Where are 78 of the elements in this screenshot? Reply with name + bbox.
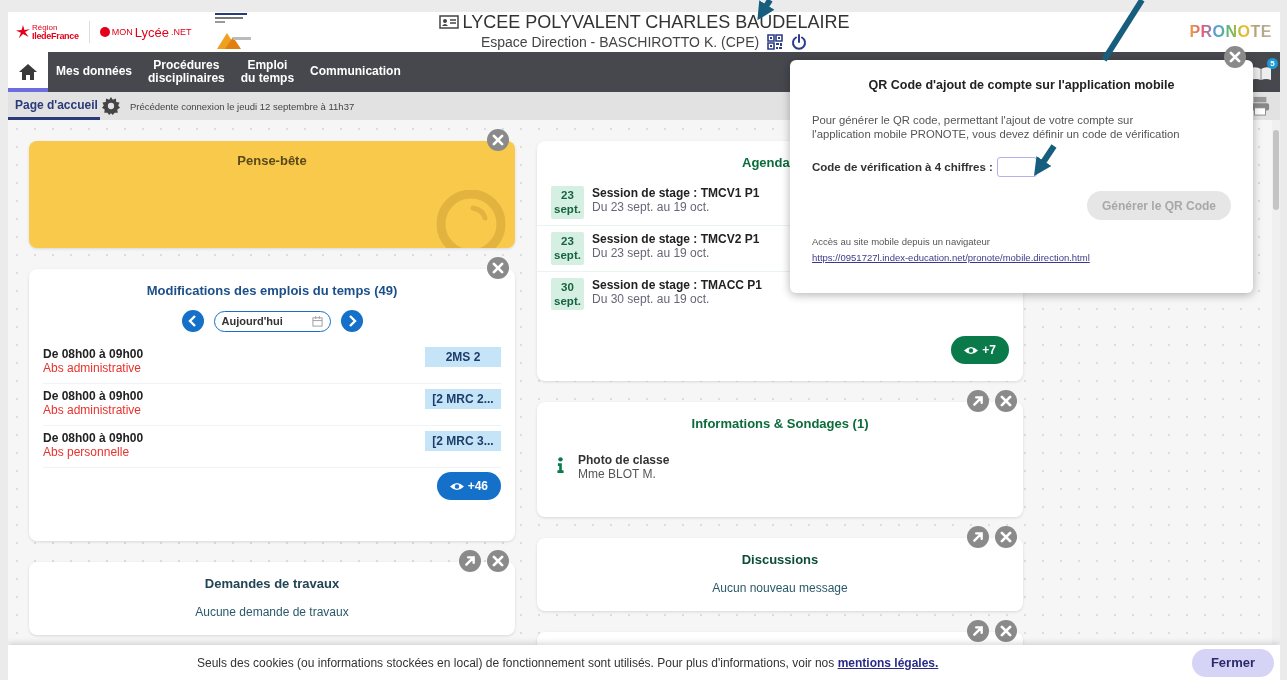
info-title: Photo de classe — [578, 453, 670, 467]
dialog-title: QR Code d'ajout de compte sur l'application mobile — [867, 78, 1176, 92]
scrollbar[interactable] — [1272, 120, 1280, 644]
widget-title: Demandes de travaux — [203, 576, 341, 591]
close-button[interactable] — [1224, 46, 1246, 68]
time-range: De 08h00 à 09h00 — [43, 347, 144, 361]
event-title: Session de stage : TMCV2 P1 — [592, 231, 760, 246]
settings-icon[interactable] — [101, 97, 120, 115]
time-range: De 08h00 à 09h00 — [43, 389, 144, 403]
eye-icon — [964, 345, 979, 355]
info-icon — [557, 457, 564, 473]
event-dates: Du 30 sept. au 19 oct. — [592, 291, 711, 306]
absence-reason: Abs personnelle — [43, 445, 131, 459]
previous-button[interactable] — [181, 310, 204, 332]
expand-button[interactable] — [967, 526, 989, 548]
calendar-icon — [311, 315, 323, 327]
show-more-button[interactable]: +46 — [436, 472, 501, 500]
close-button[interactable] — [487, 550, 509, 572]
info-author: Mme BLOT M. — [578, 467, 657, 481]
widget-title: Modifications des emplois du temps (49) — [145, 283, 399, 298]
code-input[interactable] — [996, 157, 1037, 178]
close-button[interactable] — [487, 129, 509, 151]
widget-title: Agenda — [742, 155, 790, 170]
dot-icon — [99, 27, 110, 37]
time-range: De 08h00 à 09h00 — [43, 431, 144, 445]
show-more-button[interactable]: +7 — [951, 336, 1009, 365]
eye-icon — [449, 481, 464, 491]
legal-link[interactable]: mentions légales. — [837, 655, 939, 670]
event-title: Session de stage : TMCV1 P1 — [592, 186, 760, 200]
power-icon[interactable] — [791, 34, 808, 50]
annotation-line — [1101, 0, 1145, 62]
empty-message: Aucun nouveau message — [711, 581, 849, 595]
close-button[interactable] — [995, 620, 1017, 642]
absence-reason: Abs administrative — [43, 361, 143, 375]
date-badge: 30 sept. — [551, 277, 584, 311]
close-banner-button[interactable]: Fermer — [1191, 648, 1274, 677]
qr-code-icon[interactable] — [767, 34, 784, 50]
event-title: Session de stage : TMACC P1 — [592, 277, 763, 292]
widget-title: Informations & Sondages (1) — [690, 416, 870, 431]
class-tag: [2 MRC 2... — [425, 389, 501, 409]
class-tag: [2 MRC 3... — [425, 431, 501, 451]
home-icon — [18, 63, 38, 81]
school-name: LYCEE POLYVALENT CHARLES BAUDELAIRE — [462, 12, 850, 33]
user-space-label: Espace Direction - BASCHIROTTO K. (CPE) — [480, 34, 760, 50]
menu-tab[interactable]: Procédures disciplinaires — [140, 52, 233, 92]
absence-reason: Abs administrative — [43, 403, 143, 417]
monlycee-logo: MON Lycée.NET — [99, 24, 192, 40]
home-tab[interactable] — [8, 52, 48, 92]
event-dates: Du 23 sept. au 19 oct. — [592, 200, 711, 214]
dialog-text: Pour générer le QR code, permettant l'ajout de votre compte sur l'application mobile PRONOTE, vous devez définir un code de vérification — [812, 114, 1181, 142]
expand-button[interactable] — [459, 550, 481, 572]
widget-title: Discussions — [740, 552, 820, 567]
mobile-site-label: Accès au site mobile depuis un navigateur — [812, 236, 991, 248]
next-button[interactable] — [340, 310, 363, 332]
empty-message: Aucune demande de travaux — [194, 605, 350, 619]
star-icon — [16, 25, 30, 39]
menu-tab[interactable]: Emploi du temps — [232, 52, 303, 92]
notification-count: 5 — [1267, 58, 1278, 69]
annotation-arrow — [1034, 144, 1057, 176]
last-login-text: Précédente connexion le jeudi 12 septembre à 11h37 — [129, 100, 355, 112]
class-tag: 2MS 2 — [425, 347, 501, 367]
mobile-site-link[interactable]: https://0951727l.index-education.net/pronote/mobile.direction.html — [812, 252, 1090, 264]
id-card-icon — [438, 15, 459, 29]
expand-button[interactable] — [967, 620, 989, 642]
cookie-notice: Seuls des cookies (ou informations stockées en local) de fonctionnement sont utilisés. Pour plus d'informations, voir nos mentions légales. — [197, 655, 939, 670]
event-dates: Du 23 sept. au 19 oct. — [592, 245, 711, 260]
expand-button[interactable] — [967, 390, 989, 412]
close-button[interactable] — [995, 390, 1017, 412]
code-label: Code de vérification à 4 chiffres : — [812, 161, 993, 174]
close-button[interactable] — [995, 526, 1017, 548]
school-logo-drawing — [213, 13, 254, 51]
close-button[interactable] — [487, 257, 509, 279]
menu-tab[interactable]: Mes données — [48, 52, 141, 92]
region-logo: Région IledeFrance — [16, 23, 79, 41]
widget-title: Pense-bête — [236, 153, 308, 168]
date-badge: 23 sept. — [551, 231, 584, 265]
menu-tab[interactable]: Communication — [302, 52, 409, 92]
date-badge: 23 sept. — [551, 186, 584, 219]
